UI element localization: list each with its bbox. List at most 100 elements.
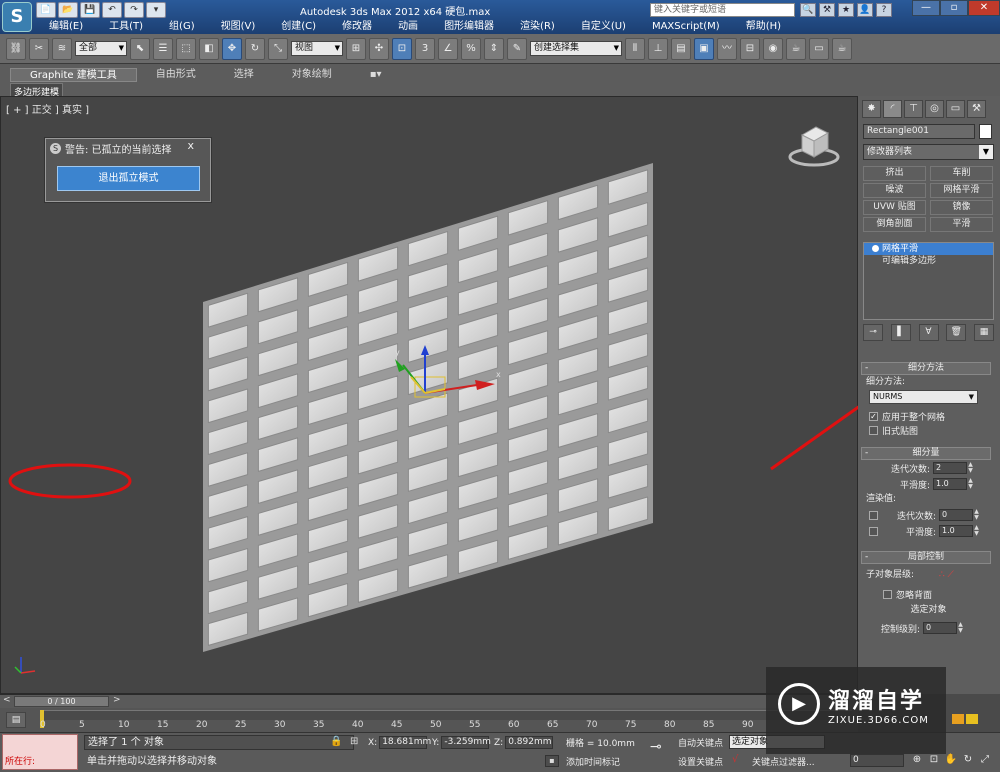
star-icon[interactable]: ★ — [838, 3, 854, 17]
menu-edit[interactable]: 编辑(E) — [36, 19, 96, 34]
render-iterations-checkbox[interactable] — [869, 510, 878, 520]
configure-sets-icon[interactable]: ▦ — [974, 324, 994, 341]
control-level-spinner[interactable]: 控制级别: 0 ▲ ▼ — [861, 620, 991, 636]
lightbulb-icon[interactable] — [872, 245, 879, 252]
noise-button[interactable]: 噪波 — [863, 183, 926, 198]
object-name-field[interactable]: Rectangle001 — [863, 124, 975, 139]
curve-editor-icon[interactable]: 〰 — [717, 37, 737, 60]
select-rotate-icon[interactable]: ↻ — [245, 37, 265, 60]
subdivision-amount-rollout[interactable]: - 细分量 — [861, 447, 991, 460]
key-icon[interactable]: ⊸ — [650, 739, 662, 755]
iterations-input[interactable]: 2 — [933, 462, 967, 474]
track-bar[interactable]: ▤ 0 5 10 15 20 25 30 35 40 45 50 55 60 65 70 75 80 85 90 — [0, 708, 858, 732]
motion-tab-icon[interactable]: ◎ — [925, 100, 944, 118]
chevron-down-icon[interactable]: ▼ — [979, 145, 993, 159]
material-editor-icon[interactable]: ◉ — [763, 37, 783, 60]
align-icon[interactable]: ⊥ — [648, 37, 668, 60]
render-setup-icon[interactable]: ☕ — [786, 37, 806, 60]
exit-isolation-button[interactable]: 退出孤立模式 — [57, 166, 200, 191]
zoom-extents-icon[interactable]: ⊡ — [927, 753, 941, 767]
menu-maxscript[interactable]: MAXScript(M) — [639, 19, 733, 34]
show-end-result-icon[interactable]: ▌ — [890, 324, 911, 341]
select-by-name-icon[interactable]: ☰ — [153, 37, 173, 60]
maxscript-listener[interactable]: 所在行: — [2, 734, 78, 770]
checkbox-box[interactable] — [869, 425, 878, 435]
lathe-button[interactable]: 车削 — [930, 166, 993, 181]
modifier-list-dropdown[interactable]: 修改器列表 ▼ — [863, 144, 994, 160]
next-frame-icon[interactable]: > — [113, 695, 121, 705]
ignore-backfacing-checkbox[interactable]: 忽略背面 — [861, 587, 991, 601]
window-crossing-icon[interactable]: ◧ — [199, 37, 219, 60]
search-icon[interactable]: 🔍 — [800, 3, 816, 17]
time-slider[interactable]: < 0 / 100 > — [0, 694, 858, 708]
minimize-button[interactable]: — — [912, 0, 940, 16]
stack-item-meshsmooth[interactable]: 网格平滑 — [864, 243, 993, 255]
display-tab-icon[interactable]: ▭ — [946, 100, 965, 118]
unlink-icon[interactable]: ✂ — [29, 37, 49, 60]
render-production-icon[interactable]: ☕ — [832, 37, 852, 60]
smoothness-input[interactable]: 1.0 — [933, 478, 967, 490]
modify-tab-icon[interactable]: ◜ — [883, 100, 902, 118]
meshsmooth-button[interactable]: 网格平滑 — [930, 183, 993, 198]
tab-graphite-modeling[interactable]: Graphite 建模工具 — [10, 68, 137, 82]
maximize-button[interactable]: ▫ — [940, 0, 968, 16]
spinner-arrows-icon[interactable]: ▲ ▼ — [967, 478, 974, 490]
track-bar-strip[interactable] — [40, 710, 852, 720]
angle-snap-icon[interactable]: ∠ — [438, 37, 458, 60]
render-iterations-input[interactable]: 0 — [939, 509, 973, 521]
pin-stack-icon[interactable]: ⊸ — [863, 324, 883, 341]
percent-snap-icon[interactable]: % — [461, 37, 481, 60]
edit-named-selection-icon[interactable]: ✎ — [507, 37, 527, 60]
search-input[interactable]: 键入关键字或短语 — [650, 3, 795, 17]
select-object-icon[interactable]: ⬉ — [130, 37, 150, 60]
graphite-toggle-icon[interactable]: ▣ — [694, 37, 714, 60]
menu-rendering[interactable]: 渲染(R) — [507, 19, 568, 34]
subdivision-method-rollout[interactable]: - 细分方法 — [861, 362, 991, 375]
object-color-swatch[interactable] — [979, 124, 992, 139]
render-iterations-spinner[interactable]: 迭代次数: 0 ▲ ▼ — [861, 507, 991, 523]
zoom-icon[interactable]: ⊕ — [910, 753, 924, 767]
menu-help[interactable]: 帮助(H) — [733, 19, 794, 34]
control-level-input[interactable]: 0 — [923, 622, 957, 634]
iterations-spinner[interactable]: 迭代次数: 2 ▲ ▼ — [861, 460, 991, 476]
utilities-tab-icon[interactable]: ⚒ — [967, 100, 986, 118]
new-file-icon[interactable]: 📄 — [36, 2, 56, 18]
create-tab-icon[interactable]: ✸ — [862, 100, 881, 118]
perspective-viewport[interactable]: z x y [ + ] 正交 ] 真实 ] S 警告: 已孤立的当前选择 x 退… — [0, 96, 859, 694]
snaps-toggle-icon[interactable]: 3 — [415, 37, 435, 60]
z-coordinate-input[interactable]: 0.892mm — [505, 736, 554, 749]
reference-coordinate-dropdown[interactable]: 视图 — [291, 41, 343, 56]
lock-icon[interactable]: 🔒 — [330, 736, 344, 748]
link-icon[interactable]: ⛓ — [6, 37, 26, 60]
spinner-snap-icon[interactable]: ⇕ — [484, 37, 504, 60]
viewcube-icon[interactable] — [786, 121, 842, 167]
swatch-orange[interactable] — [952, 714, 964, 724]
apply-whole-mesh-checkbox[interactable]: ✓ 应用于整个网格 — [861, 409, 991, 423]
select-manipulate-icon[interactable]: ✣ — [369, 37, 389, 60]
smooth-button[interactable]: 平滑 — [930, 217, 993, 232]
spinner-arrows-icon[interactable]: ▲ ▼ — [957, 622, 964, 634]
menu-tools[interactable]: 工具(T) — [96, 19, 156, 34]
layer-manager-icon[interactable]: ▤ — [671, 37, 691, 60]
render-smoothness-input[interactable]: 1.0 — [939, 525, 973, 537]
keyboard-shortcut-toggle-icon[interactable]: ⊡ — [392, 37, 412, 60]
uvw-map-button[interactable]: UVW 贴图 — [863, 200, 926, 215]
mirror-icon[interactable]: ⫴ — [625, 37, 645, 60]
key-filters-button[interactable]: 关键点过滤器... — [752, 755, 815, 768]
spinner-arrows-icon[interactable]: ▲ ▼ — [973, 509, 980, 521]
menu-create[interactable]: 创建(C) — [268, 19, 329, 34]
stack-item-editable-poly[interactable]: 可编辑多边形 — [864, 255, 993, 267]
swatch-yellow[interactable] — [966, 714, 978, 724]
maximize-viewport-icon[interactable]: ⤢ — [978, 753, 992, 767]
add-time-tag-button[interactable]: 添加时间标记 — [566, 755, 620, 768]
current-frame-input[interactable]: 0 — [850, 754, 904, 767]
undo-icon[interactable]: ↶ — [102, 2, 122, 18]
quick-access-menu-icon[interactable]: ▾ — [146, 2, 166, 18]
ribbon-options-icon[interactable]: ▪▾ — [351, 68, 401, 82]
tab-object-paint[interactable]: 对象绘制 — [273, 68, 351, 82]
menu-views[interactable]: 视图(V) — [208, 19, 269, 34]
orbit-icon[interactable]: ↻ — [961, 753, 975, 767]
auto-key-button[interactable]: 自动关键点 — [678, 736, 723, 749]
old-style-mapping-checkbox[interactable]: 旧式贴图 — [861, 423, 991, 437]
selection-filter-dropdown[interactable]: 全部 — [75, 41, 127, 56]
